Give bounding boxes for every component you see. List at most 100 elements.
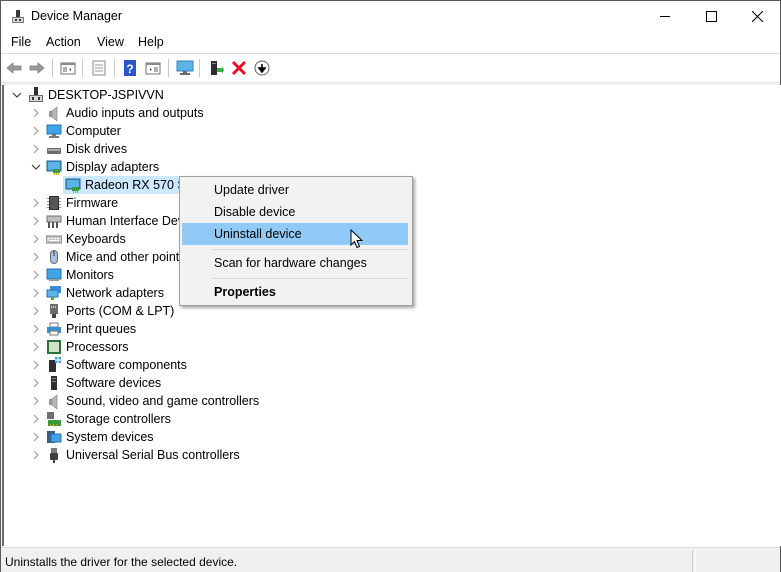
minimize-button[interactable] bbox=[642, 1, 688, 32]
tree-root[interactable]: DESKTOP-JSPIVVN bbox=[4, 86, 779, 104]
menu-item-label: Properties bbox=[214, 285, 276, 299]
menu-item-label: Update driver bbox=[214, 183, 290, 197]
display-adapter-icon bbox=[65, 177, 81, 193]
chevron-right-icon[interactable] bbox=[31, 125, 41, 137]
scan-hardware-button[interactable] bbox=[173, 57, 195, 79]
arrow-left-icon bbox=[6, 62, 22, 74]
tree-category-sound-video-and-game-controllers[interactable]: Sound, video and game controllers bbox=[4, 392, 779, 410]
menu-item-scan-hardware[interactable]: Scan for hardware changes bbox=[182, 252, 408, 274]
console-tree-button[interactable] bbox=[57, 57, 79, 79]
chevron-right-icon[interactable] bbox=[31, 395, 41, 407]
tree-node-label: Human Interface Dev bbox=[66, 214, 185, 228]
tree-node-label: Universal Serial Bus controllers bbox=[66, 448, 240, 462]
disk-drive-icon bbox=[46, 141, 62, 157]
menu-action[interactable]: Action bbox=[46, 35, 81, 49]
usb-icon bbox=[46, 447, 62, 463]
toolbar-separator bbox=[168, 59, 169, 77]
menu-file[interactable]: File bbox=[11, 35, 31, 49]
context-menu: Update driver Disable device Uninstall d… bbox=[179, 176, 413, 306]
chevron-right-icon[interactable] bbox=[31, 413, 41, 425]
chevron-right-icon[interactable] bbox=[31, 251, 41, 263]
tree-category-system-devices[interactable]: System devices bbox=[4, 428, 779, 446]
chevron-right-icon[interactable] bbox=[31, 323, 41, 335]
chevron-right-icon[interactable] bbox=[31, 287, 41, 299]
speaker-icon bbox=[46, 105, 62, 122]
menu-item-label: Scan for hardware changes bbox=[214, 256, 367, 270]
update-driver-button[interactable] bbox=[205, 57, 227, 79]
printer-icon bbox=[46, 321, 62, 337]
chevron-right-icon[interactable] bbox=[31, 215, 41, 227]
mouse-cursor-icon bbox=[350, 229, 364, 249]
menu-item-update-driver[interactable]: Update driver bbox=[182, 179, 408, 201]
tree-category-display-adapters[interactable]: Display adapters bbox=[4, 158, 779, 176]
chip-icon bbox=[46, 195, 62, 211]
tree-category-audio-inputs-and-outputs[interactable]: Audio inputs and outputs bbox=[4, 104, 779, 122]
tree-node-label: Radeon RX 570 Se bbox=[85, 178, 193, 192]
tree-category-software-devices[interactable]: Software devices bbox=[4, 374, 779, 392]
device-tree[interactable]: DESKTOP-JSPIVVN Audio inputs and outputs C… bbox=[2, 85, 781, 546]
disable-device-button[interactable] bbox=[251, 57, 273, 79]
chevron-right-icon[interactable] bbox=[31, 233, 41, 245]
tree-node-label: Firmware bbox=[66, 196, 119, 210]
chevron-down-icon[interactable] bbox=[12, 89, 22, 101]
tree-category-software-components[interactable]: Software components bbox=[4, 356, 779, 374]
menu-help[interactable]: Help bbox=[138, 35, 164, 49]
action-pane-button[interactable] bbox=[142, 57, 164, 79]
device-manager-window: Device Manager File Action View Help ? D… bbox=[0, 0, 781, 572]
tree-node-label: System devices bbox=[66, 430, 154, 444]
maximize-button[interactable] bbox=[688, 1, 734, 32]
system-devices-icon bbox=[46, 429, 62, 445]
tree-category-processors[interactable]: Processors bbox=[4, 338, 779, 356]
chevron-right-icon[interactable] bbox=[31, 197, 41, 209]
chevron-down-icon[interactable] bbox=[31, 161, 41, 173]
tree-node-label: Computer bbox=[66, 124, 121, 138]
svg-text:?: ? bbox=[126, 62, 133, 76]
menu-view[interactable]: View bbox=[97, 35, 124, 49]
software-component-icon bbox=[46, 357, 62, 373]
down-arrow-circle-icon bbox=[254, 60, 270, 76]
tree-category-universal-serial-bus-controllers[interactable]: Universal Serial Bus controllers bbox=[4, 446, 779, 464]
chevron-right-icon[interactable] bbox=[31, 107, 41, 119]
chevron-right-icon[interactable] bbox=[31, 305, 41, 317]
tree-node-label: Storage controllers bbox=[66, 412, 171, 426]
chevron-right-icon[interactable] bbox=[31, 143, 41, 155]
storage-controller-icon bbox=[46, 411, 62, 427]
properties-button[interactable] bbox=[88, 57, 110, 79]
chevron-right-icon[interactable] bbox=[31, 359, 41, 371]
tree-node-label: Ports (COM & LPT) bbox=[66, 304, 175, 318]
chevron-right-icon[interactable] bbox=[31, 269, 41, 281]
menu-item-uninstall-device[interactable]: Uninstall device bbox=[182, 223, 408, 245]
chevron-right-icon[interactable] bbox=[31, 431, 41, 443]
computer-tower-icon bbox=[28, 87, 44, 103]
uninstall-device-button[interactable] bbox=[228, 57, 250, 79]
menu-item-disable-device[interactable]: Disable device bbox=[182, 201, 408, 223]
title-bar[interactable]: Device Manager bbox=[1, 1, 780, 32]
close-button[interactable] bbox=[734, 1, 780, 32]
menu-item-label: Uninstall device bbox=[214, 227, 302, 241]
red-x-icon bbox=[231, 60, 247, 76]
tree-node-label: Processors bbox=[66, 340, 129, 354]
network-icon bbox=[46, 285, 62, 301]
tree-category-disk-drives[interactable]: Disk drives bbox=[4, 140, 779, 158]
maximize-icon bbox=[706, 11, 717, 22]
forward-button[interactable] bbox=[26, 57, 48, 79]
display-adapter-icon bbox=[46, 159, 62, 175]
console-tree-icon bbox=[60, 62, 76, 75]
tree-node-label: Software devices bbox=[66, 376, 162, 390]
properties-sheet-icon bbox=[92, 60, 106, 76]
menu-separator bbox=[212, 278, 408, 279]
menu-item-properties[interactable]: Properties bbox=[182, 281, 408, 303]
tree-category-print-queues[interactable]: Print queues bbox=[4, 320, 779, 338]
device-manager-app-icon bbox=[12, 10, 24, 23]
chevron-right-icon[interactable] bbox=[31, 341, 41, 353]
tree-category-computer[interactable]: Computer bbox=[4, 122, 779, 140]
tree-node-label: Keyboards bbox=[66, 232, 126, 246]
tree-node-label: Disk drives bbox=[66, 142, 128, 156]
tree-category-storage-controllers[interactable]: Storage controllers bbox=[4, 410, 779, 428]
back-button[interactable] bbox=[3, 57, 25, 79]
monitor-scan-icon bbox=[176, 60, 194, 75]
help-button[interactable]: ? bbox=[119, 57, 141, 79]
chevron-right-icon[interactable] bbox=[31, 449, 41, 461]
chevron-right-icon[interactable] bbox=[31, 377, 41, 389]
monitor-icon bbox=[46, 267, 62, 283]
